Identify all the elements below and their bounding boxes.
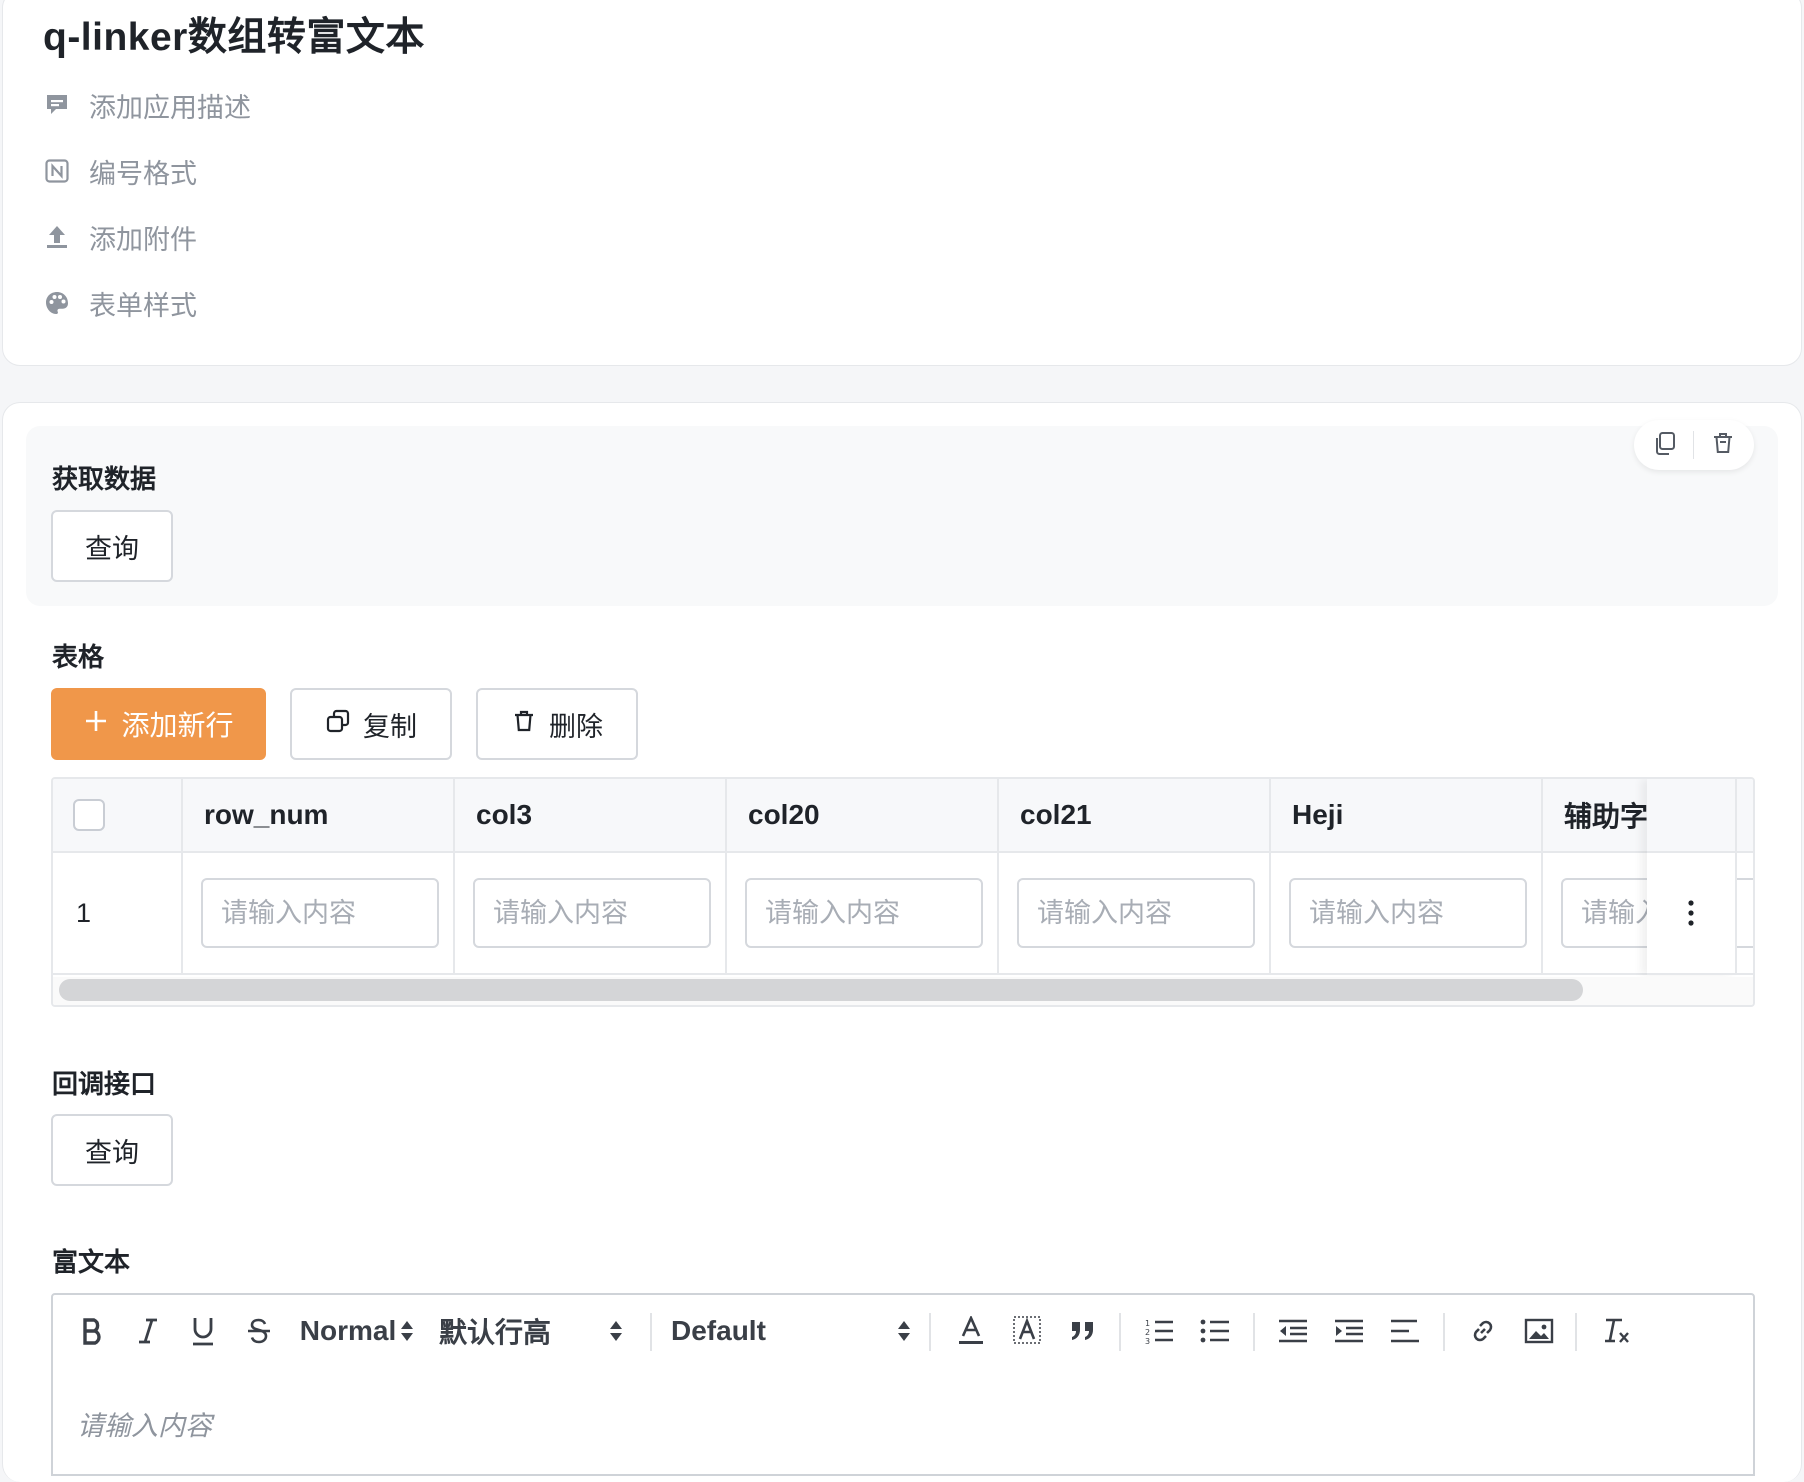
callback-query-label: 查询 — [85, 1137, 139, 1168]
callback-query-button[interactable]: 查询 — [51, 1114, 173, 1186]
column-header[interactable]: row_num — [183, 779, 455, 851]
add-description-link[interactable]: 添加应用描述 — [43, 85, 251, 125]
add-row-label: 添加新行 — [121, 710, 234, 741]
add-row-button[interactable]: 添加新行 — [51, 688, 266, 760]
upload-icon — [43, 223, 71, 251]
clear-format-button[interactable] — [1597, 1295, 1637, 1366]
col21-input[interactable] — [1017, 878, 1255, 948]
copy-icon[interactable] — [1652, 430, 1678, 461]
indent-button[interactable] — [1329, 1295, 1369, 1366]
table-cell — [183, 853, 455, 973]
svg-text:1: 1 — [1145, 1319, 1150, 1328]
select-all-checkbox[interactable] — [73, 799, 105, 831]
table-cell — [727, 853, 999, 973]
numbering-format-label: 编号格式 — [89, 158, 197, 189]
add-description-label: 添加应用描述 — [89, 92, 251, 123]
header-select-cell — [53, 779, 183, 851]
underline-button[interactable] — [183, 1295, 223, 1366]
font-size-select[interactable]: Normal — [298, 1295, 416, 1366]
callback-label: 回调接口 — [52, 1069, 157, 1099]
row-number-cell: 1 — [53, 853, 183, 973]
blockquote-button[interactable] — [1063, 1295, 1103, 1366]
line-height-select[interactable]: 默认行高 — [439, 1295, 623, 1366]
copy-row-button[interactable]: 复制 — [290, 688, 452, 760]
copy-row-label: 复制 — [363, 711, 417, 742]
table-cell — [455, 853, 727, 973]
table-header: row_num col3 col20 col21 Heji 辅助字 — [53, 779, 1753, 853]
column-header[interactable]: col3 — [455, 779, 727, 851]
copy-icon — [325, 708, 351, 741]
more-icon[interactable] — [1647, 853, 1737, 975]
data-table: row_num col3 col20 col21 Heji 辅助字 1 — [51, 777, 1755, 1007]
strike-button[interactable] — [239, 1295, 279, 1366]
richtext-label: 富文本 — [52, 1247, 131, 1277]
text-color-button[interactable] — [951, 1295, 991, 1366]
fetch-data-label: 获取数据 — [52, 464, 157, 494]
col20-input[interactable] — [745, 878, 983, 948]
add-attachment-label: 添加附件 — [89, 224, 197, 255]
fetch-query-button[interactable]: 查询 — [51, 510, 173, 582]
form-style-label: 表单样式 — [89, 290, 197, 321]
numbering-format-link[interactable]: 编号格式 — [43, 151, 197, 191]
fetch-data-section[interactable] — [26, 426, 1778, 606]
trash-icon[interactable] — [1710, 430, 1736, 461]
form-style-link[interactable]: 表单样式 — [43, 283, 197, 323]
palette-icon — [43, 289, 71, 317]
outdent-button[interactable] — [1273, 1295, 1313, 1366]
svg-text:2: 2 — [1145, 1328, 1150, 1337]
editor-toolbar: Normal 默认行高 Default 123 — [51, 1293, 1755, 1368]
plus-icon — [83, 708, 109, 741]
italic-button[interactable] — [128, 1295, 168, 1366]
heji-input[interactable] — [1289, 878, 1527, 948]
row-actions-column — [1647, 779, 1737, 975]
delete-row-button[interactable]: 删除 — [476, 688, 638, 760]
add-attachment-link[interactable]: 添加附件 — [43, 217, 197, 257]
section-toolbar — [1634, 420, 1754, 470]
font-family-select[interactable]: Default — [671, 1295, 911, 1366]
bold-button[interactable] — [73, 1295, 113, 1366]
ordered-list-button[interactable]: 123 — [1139, 1295, 1179, 1366]
editor-placeholder: 请输入内容 — [77, 1411, 212, 1441]
link-button[interactable] — [1463, 1295, 1503, 1366]
column-header[interactable]: col20 — [727, 779, 999, 851]
comment-icon — [43, 91, 71, 119]
image-button[interactable] — [1519, 1295, 1559, 1366]
table-cell — [999, 853, 1271, 973]
scrollbar-thumb[interactable] — [59, 979, 1583, 1001]
svg-text:3: 3 — [1145, 1337, 1150, 1345]
bullet-list-button[interactable] — [1195, 1295, 1235, 1366]
delete-row-label: 删除 — [549, 711, 603, 742]
editor-content[interactable]: 请输入内容 — [51, 1366, 1755, 1476]
trash-icon — [511, 708, 537, 741]
background-color-button[interactable] — [1007, 1295, 1047, 1366]
table-cell — [1271, 853, 1543, 973]
row-num-input[interactable] — [201, 878, 439, 948]
align-button[interactable] — [1385, 1295, 1425, 1366]
fetch-query-label: 查询 — [85, 533, 139, 564]
app-title: q-linker数组转富文本 — [43, 16, 425, 59]
table-label: 表格 — [52, 642, 105, 672]
col3-input[interactable] — [473, 878, 711, 948]
numbering-icon — [43, 157, 71, 185]
row-number: 1 — [76, 897, 92, 928]
column-header[interactable]: col21 — [999, 779, 1271, 851]
table-row: 1 — [53, 853, 1753, 975]
column-header[interactable]: Heji — [1271, 779, 1543, 851]
